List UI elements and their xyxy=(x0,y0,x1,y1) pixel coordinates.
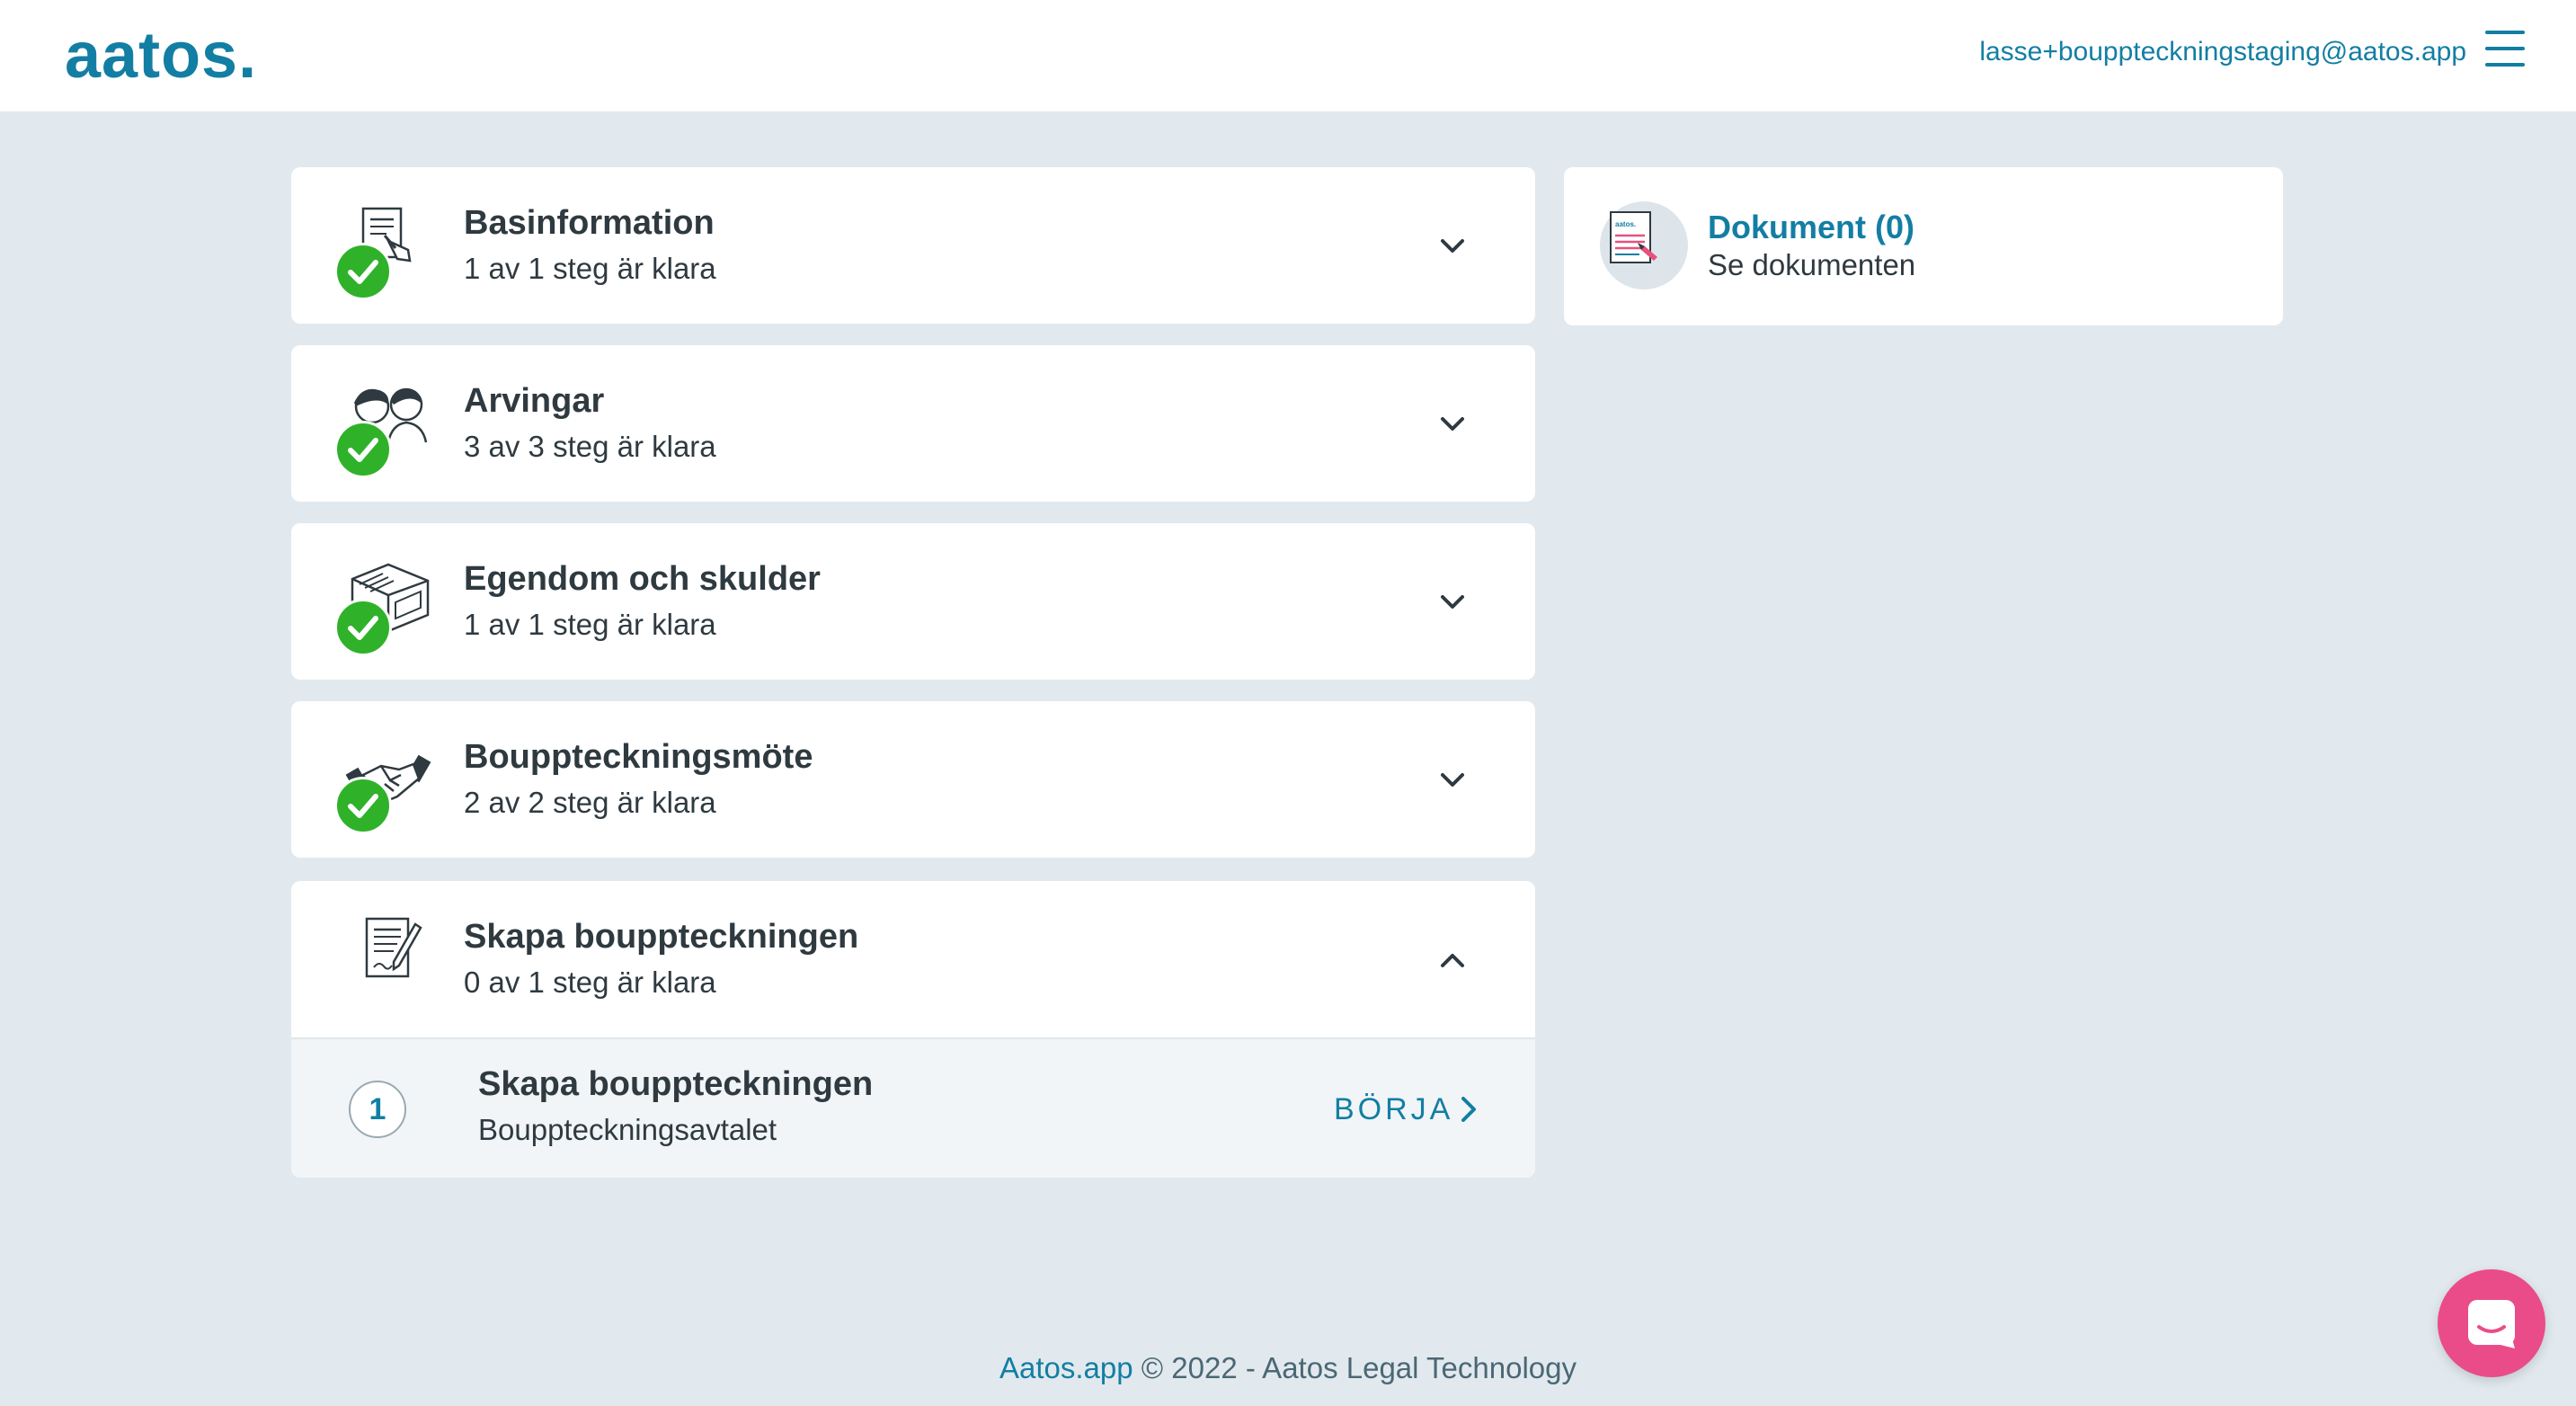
chat-launcher-button[interactable] xyxy=(2438,1269,2545,1377)
check-icon xyxy=(334,777,392,834)
chevron-down-icon[interactable] xyxy=(1431,403,1474,446)
documents-link[interactable]: Se dokumenten xyxy=(1708,246,1915,284)
document-icon: aatos. xyxy=(1600,201,1688,289)
section-title: Basinformation xyxy=(464,204,715,242)
section-title: Egendom och skulder xyxy=(464,560,821,598)
chevron-right-icon xyxy=(1461,1097,1476,1122)
section-bouppteckningsmote[interactable]: Bouppteckningsmöte 2 av 2 steg är klara xyxy=(291,701,1535,858)
document-pen-icon xyxy=(334,915,442,1016)
chat-icon xyxy=(2468,1300,2515,1348)
step-row[interactable]: 1 Skapa bouppteckningen Bouppteckningsav… xyxy=(291,1037,1535,1178)
section-title: Arvingar xyxy=(464,382,605,420)
check-icon xyxy=(334,421,392,478)
footer-link[interactable]: Aatos.app xyxy=(999,1351,1133,1384)
chevron-down-icon[interactable] xyxy=(1431,225,1474,268)
step-title: Skapa bouppteckningen xyxy=(478,1065,874,1103)
start-button-label: BÖRJA xyxy=(1334,1092,1454,1126)
section-egendom-och-skulder[interactable]: Egendom och skulder 1 av 1 steg är klara xyxy=(291,523,1535,680)
hamburger-menu-icon[interactable] xyxy=(2485,31,2525,67)
section-status: 1 av 1 steg är klara xyxy=(464,252,716,285)
step-number: 1 xyxy=(349,1081,406,1138)
footer: Aatos.app © 2022 - Aatos Legal Technolog… xyxy=(0,1348,2576,1388)
section-basinformation[interactable]: Basinformation 1 av 1 steg är klara xyxy=(291,167,1535,324)
section-skapa-bouppteckningen: Skapa bouppteckningen 0 av 1 steg är kla… xyxy=(291,881,1535,1178)
section-status: 0 av 1 steg är klara xyxy=(464,966,716,999)
chevron-down-icon[interactable] xyxy=(1431,581,1474,624)
footer-copyright: © 2022 - Aatos Legal Technology xyxy=(1133,1351,1577,1384)
section-status: 2 av 2 steg är klara xyxy=(464,786,716,819)
section-title: Bouppteckningsmöte xyxy=(464,738,813,776)
section-arvingar[interactable]: Arvingar 3 av 3 steg är klara xyxy=(291,345,1535,502)
section-status: 3 av 3 steg är klara xyxy=(464,430,716,463)
section-status: 1 av 1 steg är klara xyxy=(464,608,716,641)
section-title: Skapa bouppteckningen xyxy=(464,918,859,956)
documents-card[interactable]: aatos. Dokument (0) Se dokumenten xyxy=(1564,167,2283,325)
aatos-logo[interactable]: aatos. xyxy=(65,18,257,93)
step-subtitle: Bouppteckningsavtalet xyxy=(478,1113,777,1146)
chevron-down-icon[interactable] xyxy=(1431,759,1474,802)
start-button[interactable]: BÖRJA xyxy=(1334,1086,1487,1133)
chevron-up-icon[interactable] xyxy=(1431,939,1474,982)
check-icon xyxy=(334,243,392,300)
user-email[interactable]: lasse+bouppteckningstaging@aatos.app xyxy=(1979,34,2466,70)
svg-text:aatos.: aatos. xyxy=(1615,220,1636,228)
documents-title[interactable]: Dokument (0) xyxy=(1708,207,1914,248)
check-icon xyxy=(334,599,392,656)
top-header: aatos. lasse+bouppteckningstaging@aatos.… xyxy=(0,0,2576,111)
